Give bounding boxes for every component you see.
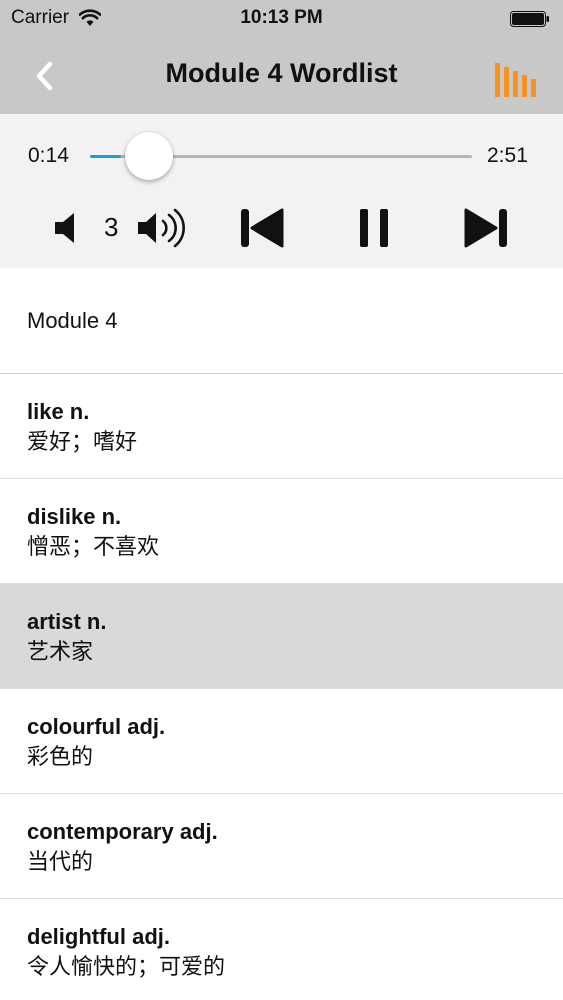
list-section-header: Module 4: [0, 268, 563, 374]
status-bar: Carrier 10:13 PM: [0, 0, 563, 38]
progress-slider[interactable]: [90, 132, 472, 180]
word-term: contemporary adj.: [27, 819, 218, 844]
total-time: 2:51: [487, 144, 528, 167]
volume-down-icon[interactable]: [52, 210, 82, 246]
elapsed-time: 0:14: [28, 144, 69, 167]
list-item[interactable]: contemporary adj. 当代的: [0, 794, 563, 899]
word-meaning: 令人愉快的；可爱的: [27, 954, 226, 979]
list-item[interactable]: dislike n. 憎恶；不喜欢: [0, 479, 563, 584]
list-item[interactable]: colourful adj. 彩色的: [0, 689, 563, 794]
volume-level: 3: [104, 212, 119, 242]
list-item[interactable]: like n. 爱好；嗜好: [0, 374, 563, 479]
word-term: like n.: [27, 399, 90, 424]
word-term: artist n.: [27, 609, 107, 634]
navigation-bar: Module 4 Wordlist: [0, 38, 563, 114]
word-meaning: 当代的: [27, 849, 94, 874]
word-term: colourful adj.: [27, 714, 166, 739]
status-time: 10:13 PM: [240, 7, 323, 28]
word-meaning: 憎恶；不喜欢: [27, 534, 160, 559]
bars-chart-icon[interactable]: [494, 63, 538, 97]
audio-player: 0:14 2:51 3: [0, 114, 563, 268]
pause-button[interactable]: [358, 208, 390, 248]
progress-fill: [90, 155, 122, 158]
page-title: Module 4 Wordlist: [165, 58, 398, 88]
skip-next-button[interactable]: [463, 207, 509, 249]
list-item[interactable]: delightful adj. 令人愉快的；可爱的: [0, 899, 563, 1000]
volume-up-icon[interactable]: [136, 207, 190, 249]
word-term: delightful adj.: [27, 924, 170, 949]
word-list: Module 4 like n. 爱好；嗜好 dislike n. 憎恶；不喜欢…: [0, 268, 563, 1000]
word-term: dislike n.: [27, 504, 122, 529]
word-meaning: 彩色的: [27, 744, 94, 769]
battery-icon: [510, 11, 549, 27]
word-meaning: 艺术家: [27, 639, 94, 664]
app-screen: Carrier 10:13 PM Module 4 Wordlist 0:14 …: [0, 0, 563, 1000]
word-meaning: 爱好；嗜好: [27, 429, 138, 454]
list-item[interactable]: artist n. 艺术家: [0, 584, 563, 689]
progress-thumb[interactable]: [125, 132, 174, 180]
skip-previous-button[interactable]: [239, 207, 285, 249]
